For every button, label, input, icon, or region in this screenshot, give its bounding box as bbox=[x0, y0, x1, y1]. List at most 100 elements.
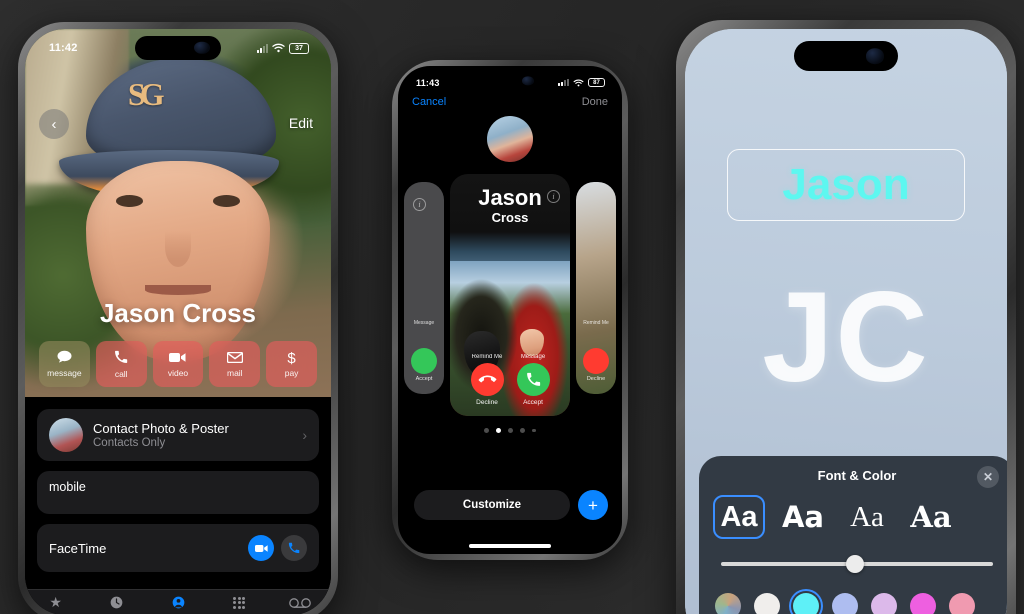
control-caption: Accept bbox=[415, 376, 433, 382]
font-option-3[interactable]: Aa bbox=[841, 495, 893, 539]
add-poster-button[interactable]: + bbox=[578, 490, 608, 520]
side-accept-control: Message Accept bbox=[411, 320, 437, 382]
font-option-1[interactable]: Aa bbox=[713, 495, 765, 539]
wifi-icon bbox=[573, 79, 584, 86]
control-hint: Remind Me bbox=[583, 320, 609, 326]
color-swatch-multicolor[interactable] bbox=[715, 593, 741, 614]
eye-left bbox=[115, 195, 144, 208]
page-indicator bbox=[398, 428, 622, 433]
sidebar-item-favorites[interactable]: ★ bbox=[25, 594, 86, 611]
action-video[interactable]: video bbox=[152, 341, 204, 387]
close-icon: ✕ bbox=[982, 470, 994, 484]
color-swatch-periwinkle[interactable] bbox=[832, 593, 858, 614]
mobile-field[interactable]: mobile bbox=[37, 471, 319, 514]
status-indicators: 87 bbox=[558, 78, 605, 87]
action-label: mail bbox=[226, 367, 243, 378]
dynamic-island-middle bbox=[478, 72, 542, 90]
dynamic-island-right bbox=[794, 41, 898, 71]
facetime-video-button[interactable] bbox=[248, 535, 274, 561]
info-circle-icon[interactable]: i bbox=[413, 198, 426, 211]
facetime-audio-button[interactable] bbox=[281, 535, 307, 561]
font-and-color-panel: Font & Color ✕ Aa Aa Aa Aa bbox=[699, 456, 1007, 614]
phone-left-screen: SG Jason Cross message call video mail $… bbox=[25, 29, 331, 614]
action-call[interactable]: call bbox=[95, 341, 147, 387]
decline-call-icon[interactable] bbox=[583, 348, 609, 374]
sidebar-item-recents[interactable] bbox=[86, 596, 147, 609]
color-swatch-magenta[interactable] bbox=[910, 593, 936, 614]
page-dot[interactable] bbox=[484, 428, 490, 433]
cancel-button[interactable]: Cancel bbox=[412, 96, 446, 108]
sidebar-item-voicemail[interactable] bbox=[270, 597, 331, 608]
avatar[interactable] bbox=[487, 116, 533, 162]
poster-card-previous[interactable]: i Message Accept bbox=[404, 182, 444, 394]
action-pay[interactable]: $ pay bbox=[266, 341, 317, 387]
name-value: Jason bbox=[782, 160, 910, 209]
facetime-row[interactable]: FaceTime bbox=[37, 524, 319, 572]
poster-carousel[interactable]: i Message Accept Jason Cross i Remind Me… bbox=[398, 174, 622, 416]
decline-caption: Decline bbox=[476, 399, 498, 406]
accept-group: Message Accept bbox=[516, 354, 550, 406]
front-camera-icon bbox=[865, 48, 885, 64]
poster-card-next[interactable]: Remind Me Decline bbox=[576, 182, 616, 394]
row-title: Contact Photo & Poster bbox=[93, 421, 229, 436]
page-dot-active[interactable] bbox=[496, 428, 502, 433]
home-indicator bbox=[469, 544, 551, 548]
contact-detail-list: Contact Photo & Poster Contacts Only › m… bbox=[25, 401, 331, 614]
accept-caption: Accept bbox=[523, 399, 543, 406]
color-swatch-row bbox=[699, 585, 1007, 614]
page-title: Jason Cross bbox=[99, 298, 257, 328]
action-label: message bbox=[47, 368, 82, 378]
accept-call-icon[interactable] bbox=[411, 348, 437, 374]
remind-me-label[interactable]: Remind Me bbox=[472, 354, 503, 360]
field-label: mobile bbox=[49, 480, 86, 494]
editor-bottom-bar: Customize + bbox=[414, 490, 608, 520]
sidebar-item-contacts[interactable] bbox=[147, 596, 208, 609]
cap-logo-icon: SG bbox=[127, 76, 165, 113]
panel-header: Font & Color ✕ bbox=[699, 466, 1007, 495]
cellular-icon bbox=[558, 79, 569, 86]
back-button[interactable]: ‹ bbox=[39, 109, 69, 139]
incoming-call-controls: Remind Me Decline Message Accept bbox=[450, 354, 570, 406]
font-option-4[interactable]: Aa bbox=[905, 495, 957, 539]
color-swatch-cyan[interactable] bbox=[793, 593, 819, 614]
front-camera-icon bbox=[194, 41, 210, 55]
close-button[interactable]: ✕ bbox=[977, 466, 999, 488]
contact-photo-poster-row[interactable]: Contact Photo & Poster Contacts Only › bbox=[37, 409, 319, 461]
done-button[interactable]: Done bbox=[582, 96, 608, 108]
edit-button[interactable]: Edit bbox=[289, 115, 313, 131]
action-mail[interactable]: mail bbox=[209, 341, 261, 387]
message-label[interactable]: Message bbox=[521, 354, 545, 360]
row-subtitle: Contacts Only bbox=[93, 437, 166, 449]
accept-call-icon[interactable] bbox=[516, 363, 550, 396]
page-dot[interactable] bbox=[508, 428, 514, 433]
phone-middle-screen: 11:43 87 Cancel Done i Message Accept Ja… bbox=[398, 66, 622, 554]
envelope-icon bbox=[226, 351, 243, 366]
poster-card-current[interactable]: Jason Cross i Remind Me Decline Message … bbox=[450, 174, 570, 416]
color-swatch-pink[interactable] bbox=[949, 593, 975, 614]
color-swatch-lavender[interactable] bbox=[871, 593, 897, 614]
contact-action-row: message call video mail $ pay bbox=[39, 341, 317, 387]
dynamic-island-left bbox=[135, 36, 221, 60]
name-input-field[interactable]: Jason bbox=[727, 149, 965, 221]
person-in-photo bbox=[519, 329, 544, 356]
slider-knob[interactable] bbox=[846, 555, 865, 573]
first-name: Jason bbox=[478, 185, 542, 210]
editor-nav-bar: Cancel Done bbox=[398, 96, 622, 108]
color-swatch-white[interactable] bbox=[754, 593, 780, 614]
star-icon: ★ bbox=[49, 594, 62, 610]
decline-group: Remind Me Decline bbox=[470, 354, 504, 406]
font-option-2[interactable]: Aa bbox=[777, 495, 829, 539]
voicemail-icon bbox=[289, 597, 312, 608]
decline-call-icon[interactable] bbox=[470, 363, 504, 396]
action-message[interactable]: message bbox=[39, 341, 90, 387]
page-dot[interactable] bbox=[520, 428, 526, 433]
phone-handset-icon bbox=[114, 350, 128, 367]
message-bubble-icon bbox=[57, 350, 72, 366]
customize-button[interactable]: Customize bbox=[414, 490, 570, 520]
chevron-right-icon: › bbox=[302, 427, 307, 443]
video-camera-icon bbox=[169, 351, 186, 366]
page-dot[interactable] bbox=[532, 428, 536, 433]
front-camera-icon bbox=[522, 76, 534, 86]
sidebar-item-keypad[interactable] bbox=[209, 596, 270, 609]
font-weight-slider[interactable] bbox=[721, 555, 993, 573]
